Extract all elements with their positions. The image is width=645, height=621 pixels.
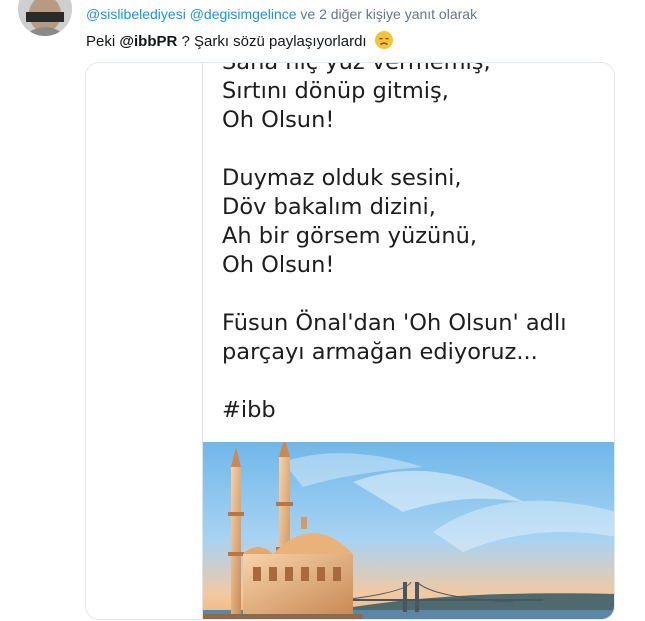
mention-link-sislibelediyesi[interactable]: @sislibelediyesi bbox=[86, 6, 186, 22]
poem-gap bbox=[222, 135, 566, 164]
reply-context: @sislibelediyesi @degisimgelince ve 2 di… bbox=[86, 6, 477, 22]
poem-line: Duymaz olduk sesini, bbox=[222, 165, 462, 191]
tweet-text-rest: ? Şarkı sözü paylaşıyorlardı bbox=[181, 33, 367, 50]
mention-link-degisimgelince[interactable]: @degisimgelince bbox=[190, 6, 297, 22]
mosque-bridge-photo bbox=[203, 442, 614, 619]
poem-line: parçayı armağan ediyoruz... bbox=[222, 339, 538, 365]
tweet-text-prefix: Peki bbox=[86, 33, 116, 50]
poem-line: Ah bir görsem yüzünü, bbox=[222, 223, 477, 249]
poem-gap bbox=[222, 367, 566, 396]
disappointed-face-icon bbox=[374, 31, 393, 49]
poem-line: Füsun Önal'dan 'Oh Olsun' adlı bbox=[222, 310, 567, 336]
poem-hashtag: #ibb bbox=[222, 397, 276, 423]
poem-line: Oh Olsun! bbox=[222, 252, 335, 278]
image-poem-text: Sana hiç yüz vermemiş, Sırtını dönüp git… bbox=[222, 62, 567, 425]
tweet-text: Peki @ibbPR ? Şarkı sözü paylaşıyorlardı bbox=[86, 31, 393, 50]
poem-line: Döv bakalım dizini, bbox=[222, 194, 436, 220]
poem-line: Oh Olsun! bbox=[222, 107, 335, 133]
reply-context-suffix: ve 2 diğer kişiye yanıt olarak bbox=[300, 6, 478, 22]
user-avatar[interactable] bbox=[18, 0, 72, 36]
poem-line: Sırtını dönüp gitmiş, bbox=[222, 78, 449, 104]
attached-image[interactable]: Sana hiç yüz vermemiş, Sırtını dönüp git… bbox=[202, 62, 614, 619]
media-card[interactable]: Sana hiç yüz vermemiş, Sırtını dönüp git… bbox=[85, 62, 615, 620]
mention-link-ibbpr[interactable]: @ibbPR bbox=[119, 33, 177, 50]
poem-line: Sana hiç yüz vermemiş, bbox=[222, 62, 491, 75]
poem-gap bbox=[222, 280, 566, 309]
